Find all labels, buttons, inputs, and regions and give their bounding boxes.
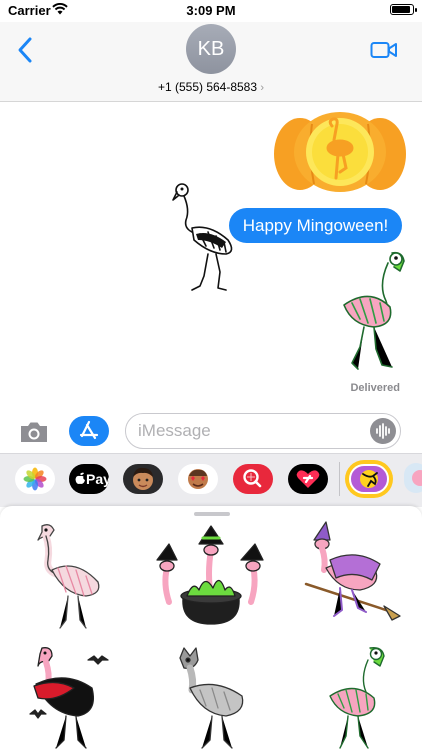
patterned-flamingo-sticker-2[interactable] — [322, 644, 392, 750]
back-chevron-icon[interactable] — [14, 36, 38, 64]
skeleton-flamingo-sticker[interactable] — [170, 180, 240, 292]
message-input[interactable] — [125, 413, 401, 449]
memoji-button[interactable] — [123, 464, 163, 494]
pumpkin-flamingo-sticker[interactable] — [272, 104, 408, 192]
flamingo-sticker-app-icon — [360, 470, 378, 488]
audio-message-button[interactable] — [370, 418, 396, 444]
drawer-divider — [339, 462, 340, 496]
app-store-button[interactable] — [69, 416, 109, 446]
patterned-flamingo-sticker[interactable] — [330, 245, 412, 380]
message-bubble[interactable]: Happy Mingoween! — [229, 208, 402, 243]
message-input-field[interactable] — [138, 421, 358, 441]
emoji-stickers-icon — [188, 469, 208, 489]
battery-icon — [390, 4, 417, 15]
emoji-stickers-button[interactable] — [178, 464, 218, 494]
contact-avatar[interactable]: KB — [186, 24, 236, 74]
contact-name[interactable]: +1 (555) 564-8583 › — [0, 80, 422, 94]
memoji-icon — [133, 467, 153, 490]
audio-waveform-icon — [376, 423, 390, 439]
conversation-header: KB +1 (555) 564-8583 › — [0, 22, 422, 102]
photos-app-button[interactable] — [15, 464, 55, 494]
partial-app-icon — [412, 470, 422, 486]
clock-label: 3:09 PM — [186, 3, 236, 18]
apple-pay-button[interactable]: Pay — [69, 464, 109, 494]
witch-broom-flamingo-sticker[interactable] — [300, 520, 404, 630]
camera-icon[interactable] — [18, 419, 50, 445]
digital-touch-icon — [296, 470, 320, 488]
digital-touch-button[interactable] — [288, 464, 328, 494]
mummy-flamingo-sticker[interactable] — [26, 520, 110, 632]
werewolf-flamingo-sticker[interactable] — [172, 644, 252, 750]
images-search-icon — [243, 469, 262, 488]
status-bar: Carrier 3:09 PM — [0, 0, 422, 22]
contact-chevron-icon: › — [260, 82, 265, 94]
next-app-button[interactable] — [404, 463, 422, 493]
images-search-button[interactable] — [233, 464, 273, 494]
apple-pay-label: Pay — [86, 471, 109, 487]
flamingo-sticker-app-button[interactable] — [349, 464, 389, 494]
contact-number: +1 (555) 564-8583 — [157, 80, 258, 94]
vampire-flamingo-sticker[interactable] — [26, 644, 112, 750]
apple-pay-icon — [75, 472, 85, 484]
delivered-status: Delivered — [350, 382, 400, 394]
photos-app-icon — [23, 467, 47, 491]
video-camera-icon[interactable] — [370, 40, 398, 60]
panel-grabber[interactable] — [194, 512, 230, 516]
app-store-icon — [79, 420, 99, 440]
witches-cauldron-sticker[interactable] — [153, 524, 269, 628]
